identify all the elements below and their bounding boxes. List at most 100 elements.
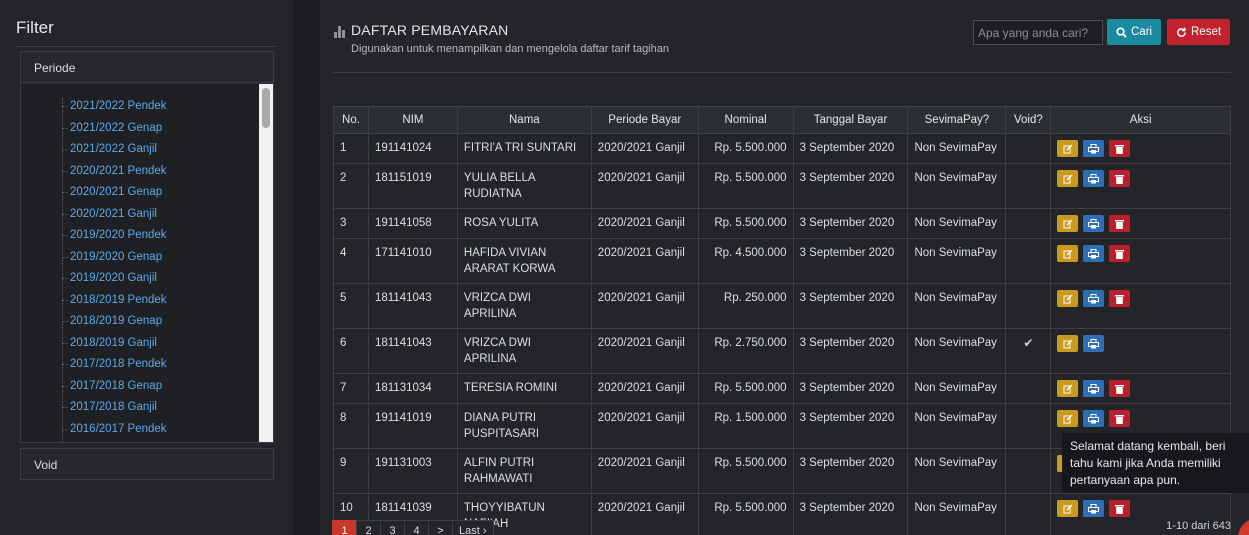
page-link[interactable]: 2 [356, 520, 381, 535]
cell-void [1005, 238, 1052, 284]
cell-nominal: Rp. 5.500.000 [697, 163, 794, 209]
table-header-row: No. NIM Nama Periode Bayar Nominal Tangg… [333, 106, 1231, 134]
cell-tanggal: 3 September 2020 [792, 328, 909, 374]
cell-sevimapay: Non SevimaPay [907, 493, 1007, 535]
periode-item[interactable]: 2021/2022 Ganjil [62, 139, 167, 161]
scrollbar[interactable] [259, 84, 273, 442]
edit-icon[interactable] [1057, 245, 1079, 262]
edit-icon[interactable] [1057, 335, 1079, 352]
cell-nominal: Rp. 5.500.000 [697, 133, 794, 164]
divider [16, 46, 277, 47]
cell-no: 7 [333, 373, 369, 404]
periode-item[interactable]: 2020/2021 Ganjil [62, 204, 167, 226]
cell-periode: 2020/2021 Ganjil [590, 208, 699, 239]
void-panel-header[interactable]: Void [21, 449, 273, 480]
table-row: 5 181141043 VRIZCA DWI APRILINA 2020/2021 G… [333, 283, 1231, 329]
cell-nominal: Rp. 250.000 [697, 283, 794, 329]
trash-icon[interactable] [1109, 215, 1131, 232]
cell-void [1005, 403, 1052, 449]
periode-panel: Periode 2021/2022 Pendek 2021/2022 Genap 2… [20, 51, 274, 443]
periode-item[interactable]: 2016/2017 Pendek [62, 419, 167, 441]
page-link[interactable]: 4 [404, 520, 429, 535]
edit-icon[interactable] [1057, 170, 1079, 187]
edit-icon[interactable] [1057, 500, 1079, 517]
reset-button[interactable]: Reset [1167, 19, 1231, 45]
cell-periode: 2020/2021 Ganjil [590, 163, 699, 209]
edit-icon[interactable] [1057, 140, 1079, 157]
column-header[interactable]: Tanggal Bayar [792, 106, 909, 134]
pagination: 1 2 3 4 > Last › [332, 520, 494, 535]
cell-nim: 171141010 [367, 238, 458, 284]
cell-nim: 191141058 [367, 208, 458, 239]
column-header[interactable]: No. [333, 106, 369, 134]
search-button-label: Cari [1131, 26, 1153, 38]
column-header[interactable]: Void? [1005, 106, 1052, 134]
periode-item[interactable]: 2021/2022 Genap [62, 118, 167, 140]
column-header[interactable]: Nama [456, 106, 592, 134]
trash-icon[interactable] [1109, 170, 1131, 187]
cell-nama: FITRI'A TRI SUNTARI [456, 133, 592, 164]
cell-void [1005, 163, 1052, 209]
print-icon[interactable] [1083, 380, 1105, 397]
cell-sevimapay: Non SevimaPay [907, 328, 1007, 374]
cell-nominal: Rp. 5.500.000 [697, 448, 794, 494]
table-row: 7 181131034 TERESIA ROMINI 2020/2021 Ganjil… [333, 373, 1231, 404]
trash-icon[interactable] [1109, 290, 1131, 307]
page-link[interactable]: 3 [380, 520, 405, 535]
trash-icon[interactable] [1109, 140, 1131, 157]
column-header[interactable]: Nominal [697, 106, 794, 134]
column-header[interactable]: SevimaPay? [907, 106, 1007, 134]
print-icon[interactable] [1083, 500, 1105, 517]
print-icon[interactable] [1083, 335, 1105, 352]
page-link[interactable]: > [428, 520, 453, 535]
trash-icon[interactable] [1109, 410, 1131, 427]
periode-panel-header[interactable]: Periode [21, 52, 273, 83]
trash-icon[interactable] [1109, 500, 1131, 517]
cell-actions [1050, 238, 1231, 284]
cell-nama: VRIZCA DWI APRILINA [456, 283, 592, 329]
periode-item[interactable]: 2018/2019 Ganjil [62, 333, 167, 355]
cell-sevimapay: Non SevimaPay [907, 238, 1007, 284]
page-link[interactable]: Last › [452, 520, 494, 535]
periode-item[interactable]: 2020/2021 Genap [62, 182, 167, 204]
cell-tanggal: 3 September 2020 [792, 133, 909, 164]
print-icon[interactable] [1083, 290, 1105, 307]
page-link[interactable]: 1 [332, 520, 357, 535]
edit-icon[interactable] [1057, 215, 1079, 232]
periode-item[interactable]: 2021/2022 Pendek [62, 96, 167, 118]
periode-list: 2021/2022 Pendek 2021/2022 Genap 2021/2022… [62, 96, 167, 440]
column-header[interactable]: Periode Bayar [590, 106, 699, 134]
column-header: Aksi [1050, 106, 1231, 134]
periode-item[interactable]: 2019/2020 Genap [62, 247, 167, 269]
record-count: 1-10 dari 643 [1166, 520, 1231, 532]
page-title: DAFTAR PEMBAYARAN [351, 22, 509, 38]
periode-item[interactable]: 2019/2020 Ganjil [62, 268, 167, 290]
trash-icon[interactable] [1109, 380, 1131, 397]
periode-item[interactable]: 2017/2018 Pendek [62, 354, 167, 376]
print-icon[interactable] [1083, 410, 1105, 427]
column-header[interactable]: NIM [367, 106, 458, 134]
cell-tanggal: 3 September 2020 [792, 448, 909, 494]
edit-icon[interactable] [1057, 380, 1079, 397]
cell-no: 8 [333, 403, 369, 449]
print-icon[interactable] [1083, 245, 1105, 262]
print-icon[interactable] [1083, 140, 1105, 157]
cell-no: 3 [333, 208, 369, 239]
periode-item[interactable]: 2020/2021 Pendek [62, 161, 167, 183]
periode-item[interactable]: 2018/2019 Genap [62, 311, 167, 333]
cell-tanggal: 3 September 2020 [792, 493, 909, 535]
edit-icon[interactable] [1057, 290, 1079, 307]
periode-item[interactable]: 2018/2019 Pendek [62, 290, 167, 312]
print-icon[interactable] [1083, 215, 1105, 232]
periode-item[interactable]: 2017/2018 Genap [62, 376, 167, 398]
edit-icon[interactable] [1057, 410, 1079, 427]
search-button[interactable]: Cari [1107, 19, 1162, 45]
periode-item[interactable]: 2017/2018 Ganjil [62, 397, 167, 419]
cell-void [1005, 208, 1052, 239]
scrollbar-thumb[interactable] [262, 88, 270, 128]
print-icon[interactable] [1083, 170, 1105, 187]
table-row: 3 191141058 ROSA YULITA 2020/2021 Ganjil Rp.… [333, 208, 1231, 239]
periode-item[interactable]: 2019/2020 Pendek [62, 225, 167, 247]
search-input[interactable] [973, 20, 1103, 45]
trash-icon[interactable] [1109, 245, 1131, 262]
